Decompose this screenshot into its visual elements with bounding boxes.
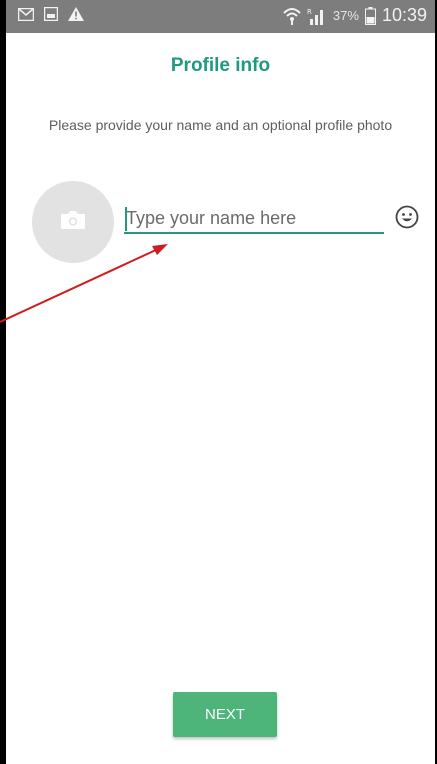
status-bar: R 37% 10:39 [6, 0, 435, 33]
smiley-icon [395, 205, 419, 234]
next-button[interactable]: NEXT [173, 692, 277, 737]
battery-icon [364, 6, 376, 25]
emoji-button[interactable] [394, 205, 420, 234]
app-screen: R 37% 10:39 Profile info Please provide … [6, 0, 435, 764]
svg-text:R: R [307, 8, 312, 16]
status-time: 10:39 [381, 5, 427, 25]
camera-icon [60, 210, 86, 235]
mail-icon [18, 7, 34, 21]
name-input[interactable] [124, 204, 384, 234]
gallery-icon [44, 7, 58, 21]
battery-percent: 37% [332, 8, 359, 23]
page-title: Profile info [170, 55, 271, 76]
signal-icon: R [307, 6, 327, 26]
text-cursor [125, 207, 127, 231]
warning-icon [68, 7, 84, 21]
wifi-icon [283, 6, 301, 26]
profile-photo-button[interactable] [32, 181, 114, 263]
page-subtitle: Please provide your name and an optional… [48, 117, 393, 133]
